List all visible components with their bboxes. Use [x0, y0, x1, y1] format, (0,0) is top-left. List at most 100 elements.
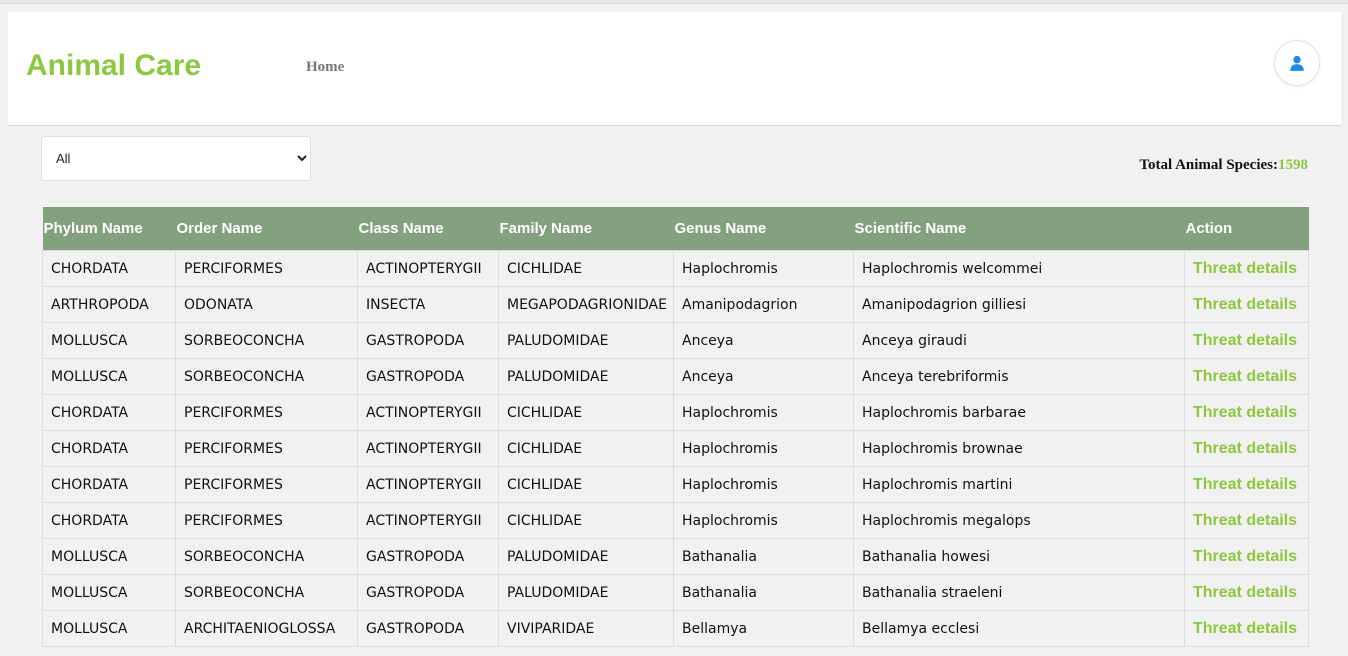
cell-class: GASTROPODA [357, 322, 499, 359]
threat-details-link[interactable]: Threat details [1193, 260, 1297, 277]
cell-phylum: CHORDATA [42, 430, 176, 467]
threat-details-link[interactable]: Threat details [1193, 404, 1297, 421]
threat-details-link[interactable]: Threat details [1193, 440, 1297, 457]
table-row: MOLLUSCA SORBEOCONCHA GASTROPODA PALUDOMIDA… [42, 322, 1309, 359]
cell-family: MEGAPODAGRIONIDAE [498, 286, 674, 323]
cell-action: Threat details [1184, 358, 1309, 395]
cell-scientific-name: Bathanalia howesi [853, 538, 1185, 575]
cell-phylum: MOLLUSCA [42, 538, 176, 575]
total-species-summary: Total Animal Species:1598 [1139, 157, 1308, 174]
cell-phylum: CHORDATA [42, 502, 176, 539]
threat-details-link[interactable]: Threat details [1193, 548, 1297, 565]
table-row: MOLLUSCA SORBEOCONCHA GASTROPODA PALUDOMIDA… [42, 358, 1309, 395]
table-body: CHORDATA PERCIFORMES ACTINOPTERYGII CICHLID… [42, 250, 1309, 647]
navbar: Animal Care Home [8, 12, 1341, 126]
cell-scientific-name: Haplochromis barbarae [853, 394, 1185, 431]
cell-genus: Haplochromis [673, 394, 854, 431]
cell-family: CICHLIDAE [498, 466, 674, 503]
cell-order: PERCIFORMES [175, 394, 358, 431]
column-header-order[interactable]: Order Name [175, 207, 358, 251]
threat-details-link[interactable]: Threat details [1193, 332, 1297, 349]
cell-action: Threat details [1184, 502, 1309, 539]
cell-family: CICHLIDAE [498, 502, 674, 539]
threat-details-link[interactable]: Threat details [1193, 584, 1297, 601]
column-header-class[interactable]: Class Name [357, 207, 499, 251]
total-species-label: Total Animal Species: [1139, 157, 1278, 173]
cell-family: CICHLIDAE [498, 250, 674, 287]
cell-order: SORBEOCONCHA [175, 538, 358, 575]
cell-class: ACTINOPTERYGII [357, 466, 499, 503]
threat-details-link[interactable]: Threat details [1193, 476, 1297, 493]
column-header-genus[interactable]: Genus Name [673, 207, 854, 251]
cell-scientific-name: Anceya giraudi [853, 322, 1185, 359]
table-row: CHORDATA PERCIFORMES ACTINOPTERYGII CICHLID… [42, 250, 1309, 287]
cell-genus: Anceya [673, 322, 854, 359]
user-menu-button[interactable] [1274, 40, 1320, 86]
cell-order: PERCIFORMES [175, 502, 358, 539]
cell-family: CICHLIDAE [498, 394, 674, 431]
cell-genus: Bellamya [673, 610, 854, 647]
cell-genus: Bathanalia [673, 538, 854, 575]
cell-action: Threat details [1184, 430, 1309, 467]
cell-action: Threat details [1184, 322, 1309, 359]
nav-home-link[interactable]: Home [306, 59, 344, 76]
cell-scientific-name: Haplochromis martini [853, 466, 1185, 503]
column-header-phylum[interactable]: Phylum Name [42, 207, 176, 251]
cell-phylum: CHORDATA [42, 466, 176, 503]
table-header-row: Phylum Name Order Name Class Name Family… [42, 207, 1309, 251]
user-icon [1290, 55, 1304, 71]
cell-scientific-name: Bathanalia straeleni [853, 574, 1185, 611]
cell-action: Threat details [1184, 574, 1309, 611]
cell-genus: Haplochromis [673, 466, 854, 503]
cell-action: Threat details [1184, 466, 1309, 503]
cell-order: SORBEOCONCHA [175, 574, 358, 611]
cell-family: PALUDOMIDAE [498, 574, 674, 611]
cell-class: GASTROPODA [357, 574, 499, 611]
cell-scientific-name: Haplochromis welcommei [853, 250, 1185, 287]
cell-scientific-name: Bellamya ecclesi [853, 610, 1185, 647]
cell-family: VIVIPARIDAE [498, 610, 674, 647]
cell-phylum: MOLLUSCA [42, 610, 176, 647]
cell-class: INSECTA [357, 286, 499, 323]
column-header-scientific[interactable]: Scientific Name [853, 207, 1185, 251]
cell-order: SORBEOCONCHA [175, 358, 358, 395]
cell-order: PERCIFORMES [175, 430, 358, 467]
cell-genus: Amanipodagrion [673, 286, 854, 323]
cell-phylum: MOLLUSCA [42, 322, 176, 359]
column-header-family[interactable]: Family Name [498, 207, 674, 251]
cell-family: PALUDOMIDAE [498, 322, 674, 359]
cell-order: PERCIFORMES [175, 250, 358, 287]
phylum-filter-select[interactable]: All [41, 136, 311, 181]
threat-details-link[interactable]: Threat details [1193, 512, 1297, 529]
cell-phylum: MOLLUSCA [42, 574, 176, 611]
browser-top-edge [0, 0, 1348, 4]
column-header-action: Action [1184, 207, 1309, 251]
cell-class: ACTINOPTERYGII [357, 250, 499, 287]
cell-order: ODONATA [175, 286, 358, 323]
threat-details-link[interactable]: Threat details [1193, 296, 1297, 313]
total-species-count: 1598 [1278, 157, 1308, 173]
brand-logo[interactable]: Animal Care [26, 48, 201, 84]
cell-class: ACTINOPTERYGII [357, 430, 499, 467]
cell-phylum: MOLLUSCA [42, 358, 176, 395]
table-row: CHORDATA PERCIFORMES ACTINOPTERYGII CICHLID… [42, 394, 1309, 431]
table-row: MOLLUSCA SORBEOCONCHA GASTROPODA PALUDOMIDA… [42, 538, 1309, 575]
cell-scientific-name: Anceya terebriformis [853, 358, 1185, 395]
cell-action: Threat details [1184, 538, 1309, 575]
cell-class: ACTINOPTERYGII [357, 394, 499, 431]
species-table: Phylum Name Order Name Class Name Family… [42, 207, 1309, 647]
table-header: Phylum Name Order Name Class Name Family… [42, 207, 1309, 251]
cell-family: CICHLIDAE [498, 430, 674, 467]
threat-details-link[interactable]: Threat details [1193, 620, 1297, 637]
cell-phylum: ARTHROPODA [42, 286, 176, 323]
cell-genus: Haplochromis [673, 502, 854, 539]
cell-class: GASTROPODA [357, 358, 499, 395]
cell-scientific-name: Haplochromis megalops [853, 502, 1185, 539]
cell-scientific-name: Amanipodagrion gilliesi [853, 286, 1185, 323]
cell-genus: Haplochromis [673, 430, 854, 467]
table-row: ARTHROPODA ODONATA INSECTA MEGAPODAGRIONIDA… [42, 286, 1309, 323]
threat-details-link[interactable]: Threat details [1193, 368, 1297, 385]
cell-action: Threat details [1184, 394, 1309, 431]
table-row: MOLLUSCA ARCHITAENIOGLOSSA GASTROPODA VIVIP… [42, 610, 1309, 647]
cell-order: SORBEOCONCHA [175, 322, 358, 359]
